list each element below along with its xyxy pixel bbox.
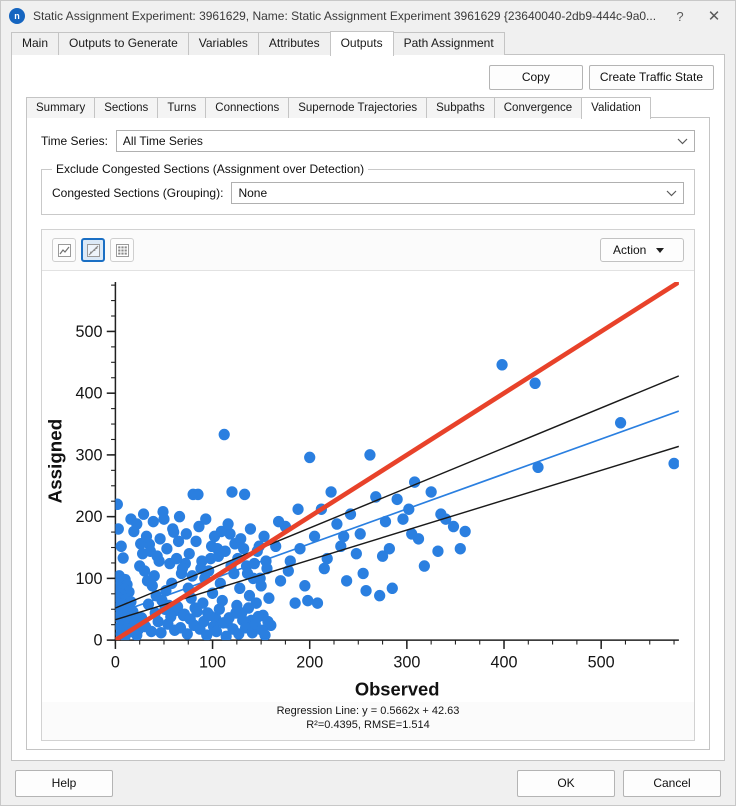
chart-toolbar: Action [42,230,694,271]
subtab-turns[interactable]: Turns [157,97,206,118]
footer-right-buttons: OK Cancel [517,770,721,797]
exclude-congested-sections-legend: Exclude Congested Sections (Assignment o… [52,162,368,176]
help-button[interactable]: Help [15,770,113,797]
outputs-sub-tab-strip: Summary Sections Turns Connections Super… [12,96,724,118]
tab-outputs[interactable]: Outputs [330,31,394,56]
subtab-supernode-trajectories[interactable]: Supernode Trajectories [288,97,427,118]
exclude-congested-sections-group: Exclude Congested Sections (Assignment o… [41,162,695,215]
close-icon[interactable]: ✕ [697,2,731,30]
action-dropdown-button[interactable]: Action [600,238,684,262]
congested-sections-value: None [238,186,663,200]
window-title: Static Assignment Experiment: 3961629, N… [33,9,663,23]
validation-chart-card: Action 0 100 200 300 400 500 0 100 200 300 400 500 O… [41,229,695,741]
svg-text:200: 200 [75,508,102,526]
time-series-row: Time Series: All Time Series [41,130,695,152]
subtab-sections[interactable]: Sections [94,97,158,118]
validation-panel: Time Series: All Time Series Exclude Con… [26,118,710,750]
scatter-plot: 0 100 200 300 400 500 0 100 200 300 400 500 Observed… [42,271,694,702]
tab-attributes[interactable]: Attributes [258,32,331,55]
svg-text:Assigned: Assigned [45,419,66,504]
subtab-subpaths[interactable]: Subpaths [426,97,495,118]
congested-sections-label: Congested Sections (Grouping): [52,186,223,200]
title-bar: n Static Assignment Experiment: 3961629,… [1,1,735,31]
svg-text:400: 400 [491,654,518,672]
tab-main[interactable]: Main [11,32,59,55]
svg-text:500: 500 [588,654,615,672]
svg-text:300: 300 [75,446,102,464]
page-action-row: Copy Create Traffic State [12,55,724,96]
regression-summary: Regression Line: y = 0.5662x + 42.63 R²=… [42,702,694,740]
dialog-window: n Static Assignment Experiment: 3961629,… [0,0,736,806]
outputs-page: Copy Create Traffic State Summary Sectio… [11,55,725,761]
svg-text:0: 0 [111,654,120,672]
scatter-chart-view-button[interactable] [81,238,105,262]
app-logo-icon: n [9,8,25,24]
svg-text:0: 0 [93,631,102,649]
svg-text:400: 400 [75,385,102,403]
create-traffic-state-button[interactable]: Create Traffic State [589,65,714,90]
subtab-summary[interactable]: Summary [26,97,95,118]
dialog-footer: Help OK Cancel [1,761,735,805]
svg-text:100: 100 [199,654,226,672]
svg-text:200: 200 [296,654,323,672]
svg-text:300: 300 [393,654,420,672]
congested-sections-row: Congested Sections (Grouping): None [52,182,684,204]
app-logo-letter: n [14,11,20,21]
chevron-down-icon [663,185,679,201]
table-view-button[interactable] [110,238,134,262]
subtab-convergence[interactable]: Convergence [494,97,582,118]
time-series-select[interactable]: All Time Series [116,130,695,152]
line-chart-view-button[interactable] [52,238,76,262]
caret-down-icon [656,248,664,253]
scatter-plot-svg: 0 100 200 300 400 500 0 100 200 300 400 500 Observed… [42,271,694,702]
regression-equation: Regression Line: y = 0.5662x + 42.63 [42,704,694,718]
svg-text:Observed: Observed [355,678,440,699]
action-label: Action [613,243,646,257]
help-icon[interactable]: ? [663,2,697,30]
time-series-value: All Time Series [123,134,674,148]
ok-button[interactable]: OK [517,770,615,797]
copy-button[interactable]: Copy [489,65,583,90]
cancel-button[interactable]: Cancel [623,770,721,797]
svg-text:100: 100 [75,570,102,588]
regression-stats: R²=0.4395, RMSE=1.514 [42,718,694,732]
subtab-validation[interactable]: Validation [581,97,651,119]
main-tab-strip: Main Outputs to Generate Variables Attri… [1,31,735,55]
subtab-connections[interactable]: Connections [205,97,289,118]
tab-path-assignment[interactable]: Path Assignment [393,32,505,55]
svg-text:500: 500 [75,323,102,341]
tab-variables[interactable]: Variables [188,32,259,55]
congested-sections-select[interactable]: None [231,182,684,204]
tab-outputs-to-generate[interactable]: Outputs to Generate [58,32,189,55]
chevron-down-icon [674,133,690,149]
time-series-label: Time Series: [41,134,108,148]
